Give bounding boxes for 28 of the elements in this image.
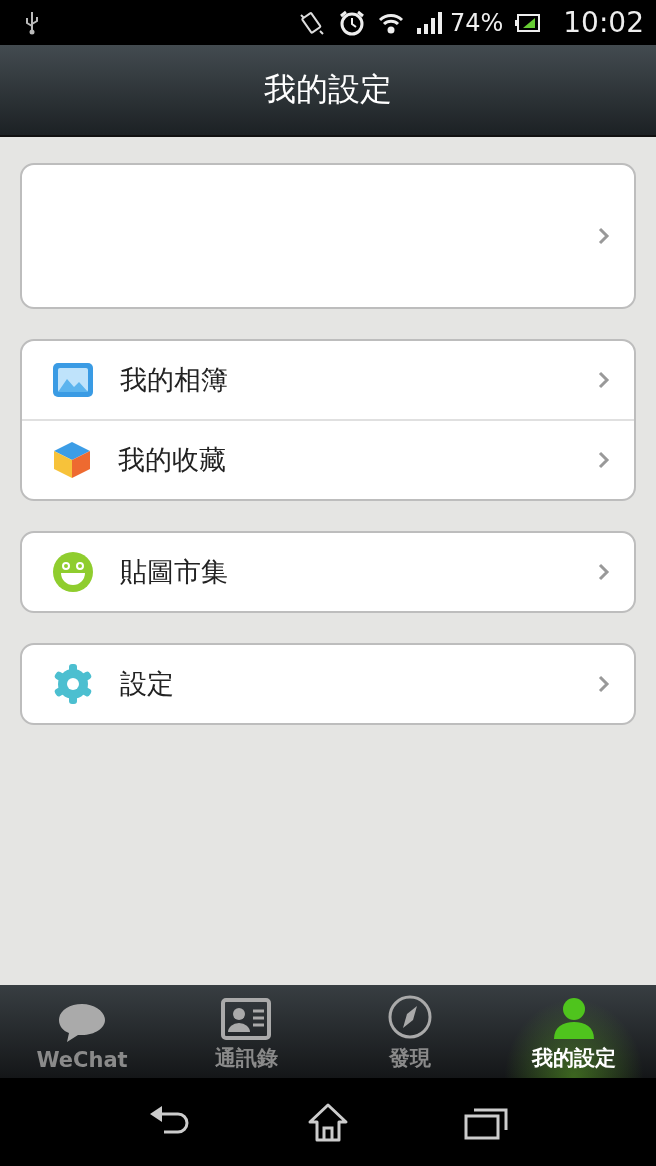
usb-icon <box>24 9 40 36</box>
smiley-icon <box>52 551 94 593</box>
battery-icon <box>515 12 542 33</box>
tab[interactable]: WeChat <box>0 985 164 1078</box>
gear-icon <box>52 663 94 705</box>
contact-card-icon <box>221 998 271 1040</box>
home-icon[interactable] <box>307 1102 349 1142</box>
chevron-icon <box>598 675 610 693</box>
menu-item[interactable]: 設定 <box>22 645 634 723</box>
speech-bubble-icon <box>57 1002 107 1044</box>
chevron-icon <box>598 227 610 245</box>
person-icon <box>552 996 596 1040</box>
alarm-icon <box>337 8 366 37</box>
tab[interactable]: 發現 <box>328 985 492 1078</box>
picture-frame-icon <box>52 362 94 398</box>
chevron-icon <box>598 563 610 581</box>
signal-icon <box>415 10 444 35</box>
compass-icon <box>387 994 433 1040</box>
chevron-icon <box>598 451 610 469</box>
menu-item[interactable]: 我的收藏 <box>22 419 634 499</box>
battery-percent: 74% <box>449 8 504 37</box>
chevron-icon <box>598 371 610 389</box>
menu-item[interactable]: 貼圖市集 <box>22 533 634 611</box>
menu-item[interactable]: 我的相簿 <box>22 341 634 419</box>
cube-icon <box>52 440 92 480</box>
clock-time: 10:02 <box>563 6 644 39</box>
page-title: 我的設定 <box>264 69 392 110</box>
tab[interactable]: 通訊錄 <box>164 985 328 1078</box>
